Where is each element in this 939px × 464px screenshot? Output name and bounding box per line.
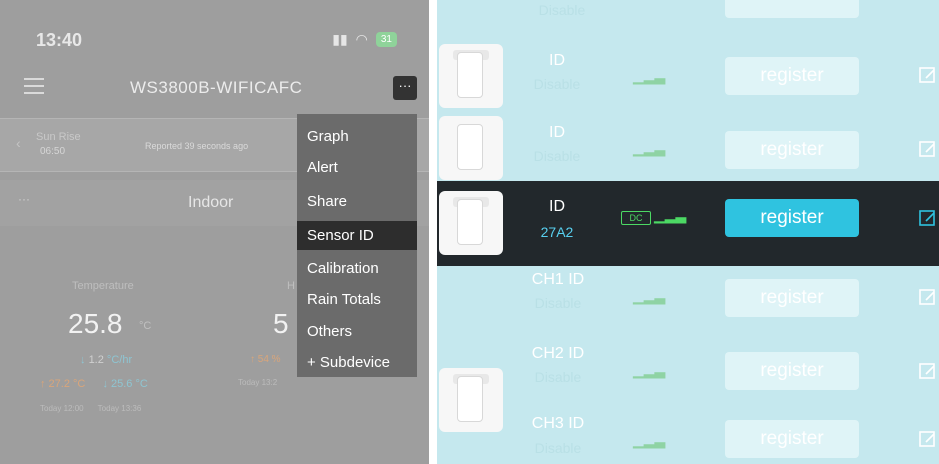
dc-power-badge: DC — [621, 211, 651, 225]
sensor-id-label: CH3 ID — [531, 415, 585, 432]
register-button[interactable]: register — [725, 352, 859, 390]
humidity-time: Today 13:2 — [238, 378, 278, 387]
menu-item-add-subdevice[interactable]: + Subdevice — [297, 348, 417, 377]
sensor-status: Disable — [533, 76, 581, 92]
humidity-change: ↑ 54 % — [250, 354, 281, 365]
menu-item-sensor-id[interactable]: Sensor ID — [297, 221, 417, 250]
sensor-status: Disable — [533, 148, 581, 164]
menu-item-share[interactable]: Share — [297, 187, 417, 216]
sensor-thumbnail — [439, 191, 503, 255]
sensor-status: Disable — [534, 295, 582, 311]
menu-item-alert[interactable]: Alert — [297, 153, 417, 182]
chevron-left-icon[interactable]: ‹ — [16, 135, 21, 151]
register-button[interactable]: register — [725, 57, 859, 95]
temperature-value: 25.8 — [68, 308, 123, 339]
edit-icon[interactable] — [918, 362, 938, 382]
status-icons: ▮▮ ◠ 31 — [332, 31, 397, 48]
temperature-unit: °C — [139, 320, 152, 332]
edit-icon[interactable] — [918, 140, 938, 160]
temperature-max: ↑ 27.2 °C — [40, 378, 86, 390]
report-status: Reported 39 seconds ago — [145, 141, 249, 151]
sensor-id-list: Disable ID Disable ▁▂▃ register ID Disab… — [437, 0, 939, 464]
min-time: Today 13:36 — [97, 404, 142, 413]
edit-icon[interactable] — [918, 209, 938, 229]
rate-value: 1.2 — [88, 354, 104, 366]
indoor-options-icon[interactable]: ··· — [18, 192, 30, 206]
menu-item-graph[interactable]: Graph — [297, 122, 417, 151]
sensor-id-value: 27A2 — [540, 224, 574, 240]
temperature-minmax: ↑ 27.2 °C ↓ 25.6 °C — [40, 378, 148, 390]
edit-icon[interactable] — [918, 66, 938, 86]
device-title: WS3800B-WIFICAFC — [130, 78, 303, 97]
rate-unit: °C/hr — [106, 354, 133, 366]
rate-arrow-icon: ↓ — [80, 354, 86, 366]
menu-item-others[interactable]: Others — [297, 317, 417, 346]
sensor-id-label: ID — [549, 52, 565, 69]
register-button[interactable]: register — [725, 131, 859, 169]
edit-icon[interactable] — [918, 430, 938, 450]
status-bar: 13:40 ▮▮ ◠ 31 — [0, 0, 429, 60]
menu-item-calibration[interactable]: Calibration — [297, 254, 417, 283]
signal-strength-icon: ▁▂▃ — [633, 68, 666, 84]
signal-strength-icon: ▁▂▃ — [633, 288, 666, 304]
signal-strength-icon: ▁▂▃ — [633, 140, 666, 156]
sensor-id-label: ID — [549, 124, 565, 141]
options-dropdown: Graph Alert Share Sensor ID Calibration … — [297, 114, 417, 377]
register-button-partial[interactable] — [725, 0, 859, 18]
humidity-label: H — [287, 280, 295, 292]
temperature-label: Temperature — [72, 280, 134, 292]
menu-item-rain-totals[interactable]: Rain Totals — [297, 285, 417, 314]
sensor-status: Disable — [534, 369, 582, 385]
signal-strength-icon: ▁▂▃ — [654, 207, 687, 223]
sensor-thumbnail — [439, 116, 503, 180]
app-screen-dimmed: 13:40 ▮▮ ◠ 31 WS3800B-WIFICAFC ··· ‹ Sun… — [0, 0, 429, 464]
cellular-signal-icon: ▮▮ — [332, 31, 348, 47]
humidity-value: 5 — [273, 308, 289, 339]
sensor-id-label: ID — [549, 198, 565, 215]
indoor-title: Indoor — [188, 194, 234, 211]
more-options-button[interactable]: ··· — [393, 76, 417, 100]
sensor-id-label: CH2 ID — [531, 345, 585, 362]
sensor-id-label: CH1 ID — [531, 271, 585, 288]
sunrise-label: Sun Rise — [36, 131, 81, 143]
temperature-min: ↓ 25.6 °C — [102, 378, 148, 390]
app-header: WS3800B-WIFICAFC ··· — [0, 66, 429, 112]
signal-strength-icon: ▁▂▃ — [633, 362, 666, 378]
signal-strength-icon: ▁▂▃ — [633, 432, 666, 448]
wifi-icon: ◠ — [355, 31, 368, 47]
max-time: Today 12:00 — [40, 404, 84, 413]
edit-icon[interactable] — [918, 288, 938, 308]
register-button[interactable]: register — [725, 420, 859, 458]
sunrise-time: 06:50 — [40, 146, 66, 157]
active-sensor-row[interactable]: ID 27A2 ▁▂▃ register — [437, 181, 939, 266]
sensor-thumbnail — [439, 44, 503, 108]
battery-icon: 31 — [375, 32, 397, 47]
temperature-rate: ↓ 1.2 °C/hr — [80, 354, 132, 366]
status-time: 13:40 — [36, 30, 83, 50]
minmax-times: Today 12:00 Today 13:36 — [40, 404, 153, 413]
register-button[interactable]: register — [725, 279, 859, 317]
register-button-active[interactable]: register — [725, 199, 859, 237]
hamburger-menu-icon[interactable] — [24, 78, 44, 94]
partial-status: Disable — [538, 2, 586, 18]
sensor-status: Disable — [534, 440, 582, 456]
sensor-thumbnail — [439, 368, 503, 432]
